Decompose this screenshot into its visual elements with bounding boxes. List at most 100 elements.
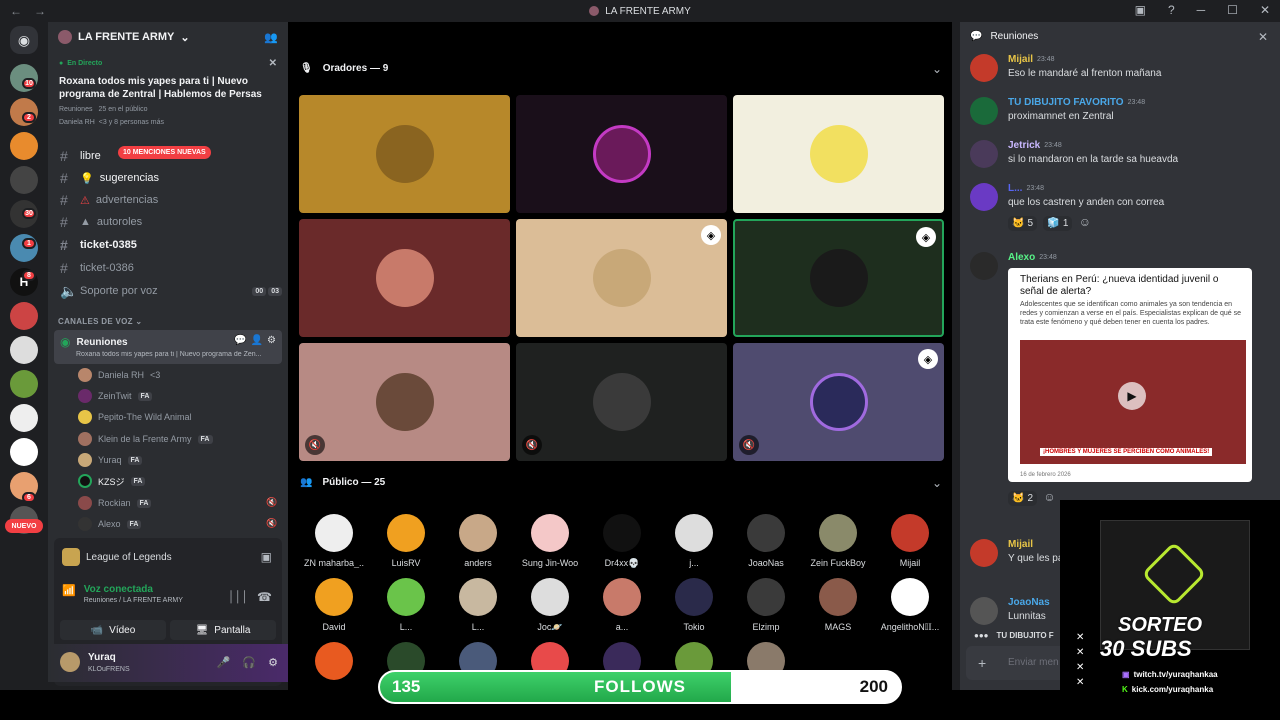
audience-member[interactable]: L... [448,578,508,632]
speaker-tile[interactable]: ◈ [516,219,727,337]
audience-member[interactable]: anders [448,514,508,568]
avatar[interactable] [970,54,998,82]
channel-item[interactable]: # libre [54,146,282,166]
avatar[interactable] [970,597,998,625]
channel-item[interactable]: # ▲ autoroles [54,212,282,232]
minimize-icon[interactable]: ─ [1197,3,1206,17]
avatar[interactable] [970,183,998,211]
audience-member[interactable]: Tokio [664,578,724,632]
avatar[interactable] [970,252,998,280]
help-icon[interactable]: ? [1168,3,1175,17]
voice-user[interactable]: Daniela RH <3 [78,366,160,384]
speaker-tile[interactable]: 🔇 [299,343,510,461]
invite-icon[interactable]: 👤 [251,335,263,346]
author-name[interactable]: L... [1008,183,1022,194]
voice-user[interactable]: KZSジ FA [78,472,146,490]
video-thumbnail[interactable]: ▶ ¡HOMBRES Y MUJERES SE PERCIBEN COMO AN… [1020,340,1246,464]
speaker-tile[interactable]: 🔇 [516,343,727,461]
voice-connected-row[interactable]: 📶 Voz conectada Reuniones / LA FRENTE AR… [62,584,183,604]
server-header[interactable]: LA FRENTE ARMY ⌄ 👥 [48,22,288,52]
reaction-button[interactable]: 🐱 2 [1008,491,1038,506]
audience-member[interactable]: Sung Jin-Woo [520,514,580,568]
voice-user[interactable]: Klein de la Frente Army FA [78,430,213,448]
close-icon[interactable]: ✕ [1258,30,1268,44]
author-name[interactable]: TU DIBUJITO FAVORITO [1008,97,1124,108]
video-button[interactable]: 📹 Vídeo [60,620,166,640]
maximize-icon[interactable]: ☐ [1227,3,1238,17]
chat-bubble-icon[interactable]: 💬 [234,335,246,346]
audience-member[interactable]: JoaoNas [736,514,796,568]
back-arrow-icon[interactable]: ← [10,4,22,18]
audience-member[interactable]: David [304,578,364,632]
soundboard-icon[interactable]: ⏐⏐⏐ [228,590,248,605]
audience-member[interactable]: L... [376,578,436,632]
category-header[interactable]: CANALES DE VOZ ⌄ [58,317,142,326]
screen-share-button[interactable]: 🖥 Pantalla [170,620,276,640]
speaker-tile[interactable] [299,219,510,337]
channel-item[interactable]: # ticket-0385 [54,235,282,255]
speaker-tile[interactable] [516,95,727,213]
voice-user[interactable]: ZeinTwit FA [78,387,153,405]
reaction-button[interactable]: 🐱 5 [1008,216,1038,231]
author-name[interactable]: Alexo [1008,252,1035,263]
audience-member[interactable]: ZN maharba_... [304,514,364,568]
activity-icon[interactable]: ▣ [261,550,272,564]
play-icon[interactable]: ▶ [1118,382,1146,410]
forward-arrow-icon[interactable]: → [34,4,46,18]
author-name[interactable]: JoaoNas [1008,597,1050,608]
chevron-down-icon[interactable]: ⌄ [932,476,942,490]
disconnect-icon[interactable]: ☎ [257,590,272,604]
headphones-icon[interactable]: 🎧 [242,656,256,669]
server-icon[interactable] [10,132,38,160]
audience-member[interactable]: MAGS [808,578,868,632]
audience-member[interactable]: LuisRV [376,514,436,568]
audience-member[interactable]: Mijail [880,514,940,568]
channel-item[interactable]: # ⚠ advertencias [54,190,282,210]
avatar[interactable] [970,97,998,125]
live-stage-card[interactable]: ● En Directo ✕ Roxana todos mis yapes pa… [54,52,282,132]
inbox-icon[interactable]: ▣ [1135,3,1146,17]
server-icon[interactable] [10,166,38,194]
audience-member[interactable]: AngelithoN𝕀𝕀... [880,578,940,633]
add-member-icon[interactable]: 👥 [264,31,278,44]
close-icon[interactable]: ✕ [269,58,277,69]
audience-member[interactable]: Joc🪐 [520,578,580,633]
reaction-button[interactable]: 🧊 1 [1043,216,1073,231]
audience-member[interactable]: Dr4xx💀 [592,514,652,569]
plus-icon[interactable]: + [978,655,986,671]
speaker-tile[interactable] [299,95,510,213]
server-icon[interactable] [10,336,38,364]
voice-user[interactable]: Pepito-The Wild Animal [78,408,192,426]
server-icon[interactable] [10,404,38,432]
speaker-tile[interactable]: ◈ [733,219,944,337]
news-image[interactable]: Therians en Perú: ¿nueva identidad juven… [1008,268,1252,482]
avatar[interactable] [970,539,998,567]
author-name[interactable]: Mijail [1008,539,1033,550]
voice-channel-active[interactable]: ◉ Reuniones 💬 👤 ⚙ Roxana todos mis yapes p… [54,330,282,364]
user-avatar[interactable] [60,652,80,672]
channel-item[interactable]: # ticket-0386 [54,258,282,278]
add-reaction-icon[interactable]: ☺ [1043,490,1055,504]
voice-user[interactable]: Rockian FA [78,494,152,512]
server-icon[interactable] [10,370,38,398]
audience-member[interactable] [304,642,364,686]
audience-member[interactable]: j... [664,514,724,568]
microphone-icon[interactable]: 🎤 [217,656,231,669]
audience-member[interactable]: Elzimp [736,578,796,632]
avatar[interactable] [970,140,998,168]
voice-user[interactable]: Yuraq FA [78,451,143,469]
add-reaction-icon[interactable]: ☺ [1079,215,1091,229]
audience-member[interactable]: Zein FuckBoy [808,514,868,568]
channel-item[interactable]: 🔈 Soporte por voz 00 03 [54,281,282,301]
discord-home-icon[interactable]: ◉ [10,26,38,54]
settings-gear-icon[interactable]: ⚙ [268,656,278,669]
chevron-down-icon[interactable]: ⌄ [932,62,942,76]
server-icon[interactable] [10,438,38,466]
settings-gear-icon[interactable]: ⚙ [267,335,276,346]
close-window-icon[interactable]: ✕ [1260,3,1270,17]
author-name[interactable]: Mijail [1008,54,1033,65]
server-icon[interactable] [10,302,38,330]
speaker-tile[interactable] [733,95,944,213]
activity-row[interactable]: League of Legends [62,548,172,566]
speaker-tile[interactable]: 🔇 ◈ [733,343,944,461]
